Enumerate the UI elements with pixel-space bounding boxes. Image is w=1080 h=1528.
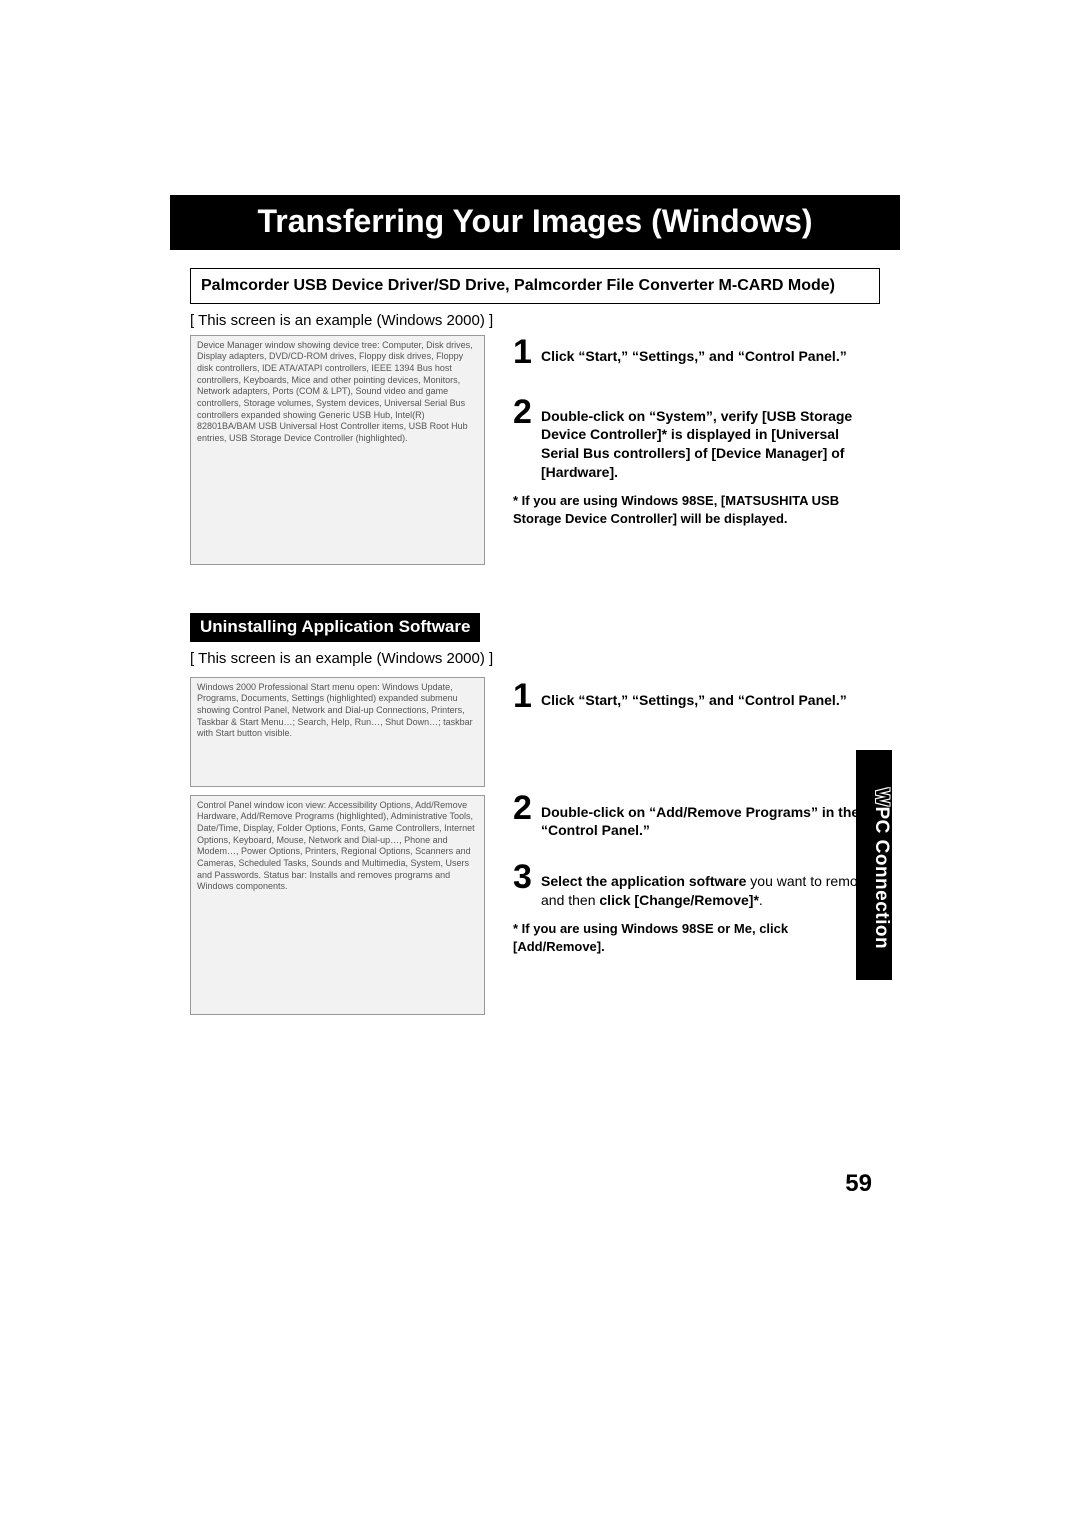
- section-2-left: Windows 2000 Professional Start menu ope…: [190, 673, 485, 1015]
- side-tab-pc-connection: WPC Connection: [856, 750, 892, 980]
- sec2-step3-tail: click [Change/Remove]*: [599, 892, 759, 908]
- section-2: Windows 2000 Professional Start menu ope…: [190, 673, 880, 1015]
- step-text: Select the application software you want…: [541, 872, 880, 910]
- screenshot-control-panel-alt: Control Panel window icon view: Accessib…: [191, 796, 484, 898]
- sec2-step-3: 3 Select the application software you wa…: [513, 860, 880, 910]
- sec2-note: * If you are using Windows 98SE or Me, c…: [513, 920, 880, 955]
- sec1-step1-text: Click “Start,” “Settings,” and “Control …: [541, 348, 847, 364]
- sec1-step-1: 1 Click “Start,” “Settings,” and “Contro…: [513, 335, 880, 369]
- section-1-left: Device Manager window showing device tre…: [190, 335, 485, 565]
- section-2-right: 1 Click “Start,” “Settings,” and “Contro…: [513, 673, 880, 1015]
- screenshot-start-menu-alt: Windows 2000 Professional Start menu ope…: [191, 678, 484, 744]
- sec2-step-2: 2 Double-click on “Add/Remove Programs” …: [513, 791, 880, 841]
- step-number: 3: [513, 860, 535, 894]
- step-text: Click “Start,” “Settings,” and “Control …: [541, 691, 847, 710]
- screenshot-caption-2: [ This screen is an example (Windows 200…: [190, 650, 880, 667]
- screenshot-start-menu: Windows 2000 Professional Start menu ope…: [190, 677, 485, 787]
- step-number: 1: [513, 679, 535, 713]
- step-text: Click “Start,” “Settings,” and “Control …: [541, 347, 847, 366]
- subtitle-box: Palmcorder USB Device Driver/SD Drive, P…: [190, 268, 880, 304]
- sec1-step-2: 2 Double-click on “System”, verify [USB …: [513, 395, 880, 483]
- screenshot-caption-1: [ This screen is an example (Windows 200…: [190, 312, 880, 329]
- screenshot-device-manager: Device Manager window showing device tre…: [190, 335, 485, 565]
- sec2-step2-text: Double-click on “Add/Remove Programs” in…: [541, 804, 859, 839]
- step-number: 1: [513, 335, 535, 369]
- section-1-right: 1 Click “Start,” “Settings,” and “Contro…: [513, 335, 880, 565]
- step-text: Double-click on “Add/Remove Programs” in…: [541, 803, 880, 841]
- step-number: 2: [513, 791, 535, 825]
- screenshot-control-panel: Control Panel window icon view: Accessib…: [190, 795, 485, 1015]
- sec1-step2-text: Double-click on “System”, verify [USB St…: [541, 408, 852, 481]
- sec2-step3-end: .: [759, 892, 763, 908]
- section-2-banner: Uninstalling Application Software: [190, 613, 480, 642]
- side-tab-w: W: [871, 788, 892, 806]
- step-number: 2: [513, 395, 535, 429]
- screenshot-device-manager-alt: Device Manager window showing device tre…: [191, 336, 484, 449]
- sec2-step3-lead: Select the application software: [541, 873, 746, 889]
- manual-page: Transferring Your Images (Windows) Palmc…: [190, 195, 880, 1015]
- page-number: 59: [845, 1170, 872, 1198]
- sec2-step-1: 1 Click “Start,” “Settings,” and “Contro…: [513, 679, 880, 713]
- sec1-note: * If you are using Windows 98SE, [MATSUS…: [513, 492, 880, 527]
- side-tab-rest: PC Connection: [871, 807, 892, 950]
- section-1: Device Manager window showing device tre…: [190, 335, 880, 565]
- page-title-banner: Transferring Your Images (Windows): [170, 195, 900, 250]
- step-text: Double-click on “System”, verify [USB St…: [541, 407, 880, 483]
- sec2-step1-text: Click “Start,” “Settings,” and “Control …: [541, 692, 847, 708]
